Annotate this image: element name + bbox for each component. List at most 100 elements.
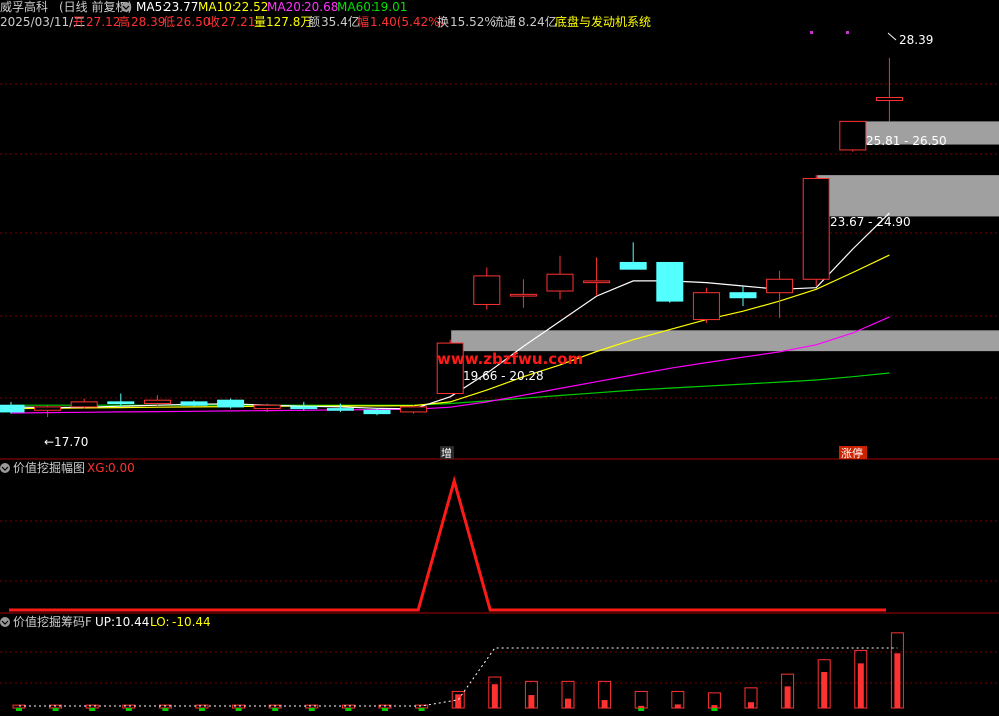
candle — [546, 255, 574, 300]
chip-bar-base — [52, 708, 59, 711]
chip-bar-fill — [711, 705, 718, 708]
ma10-label: MA10: — [198, 0, 236, 14]
panel3-settings-icon[interactable] — [0, 617, 10, 627]
chip-bar-base — [199, 708, 205, 711]
chip-bar-fill — [674, 704, 681, 708]
candle-body — [70, 401, 98, 408]
high-marker-icon — [887, 32, 897, 41]
chip-bar-base — [711, 708, 718, 711]
chip-bar-fill — [638, 705, 645, 708]
zone-label-mid: 23.67 - 24.90 — [830, 215, 911, 229]
chip-bar-fill — [784, 686, 791, 708]
candle-body — [839, 120, 867, 151]
candle — [400, 405, 428, 414]
chip-bar — [634, 690, 648, 711]
chip-bar-base — [125, 708, 132, 711]
candle-body — [802, 177, 830, 280]
chip-bar — [707, 692, 721, 711]
candle-body — [326, 408, 354, 411]
stock-name: 威孚高科 — [0, 0, 48, 14]
candle — [729, 285, 757, 307]
candle-body — [400, 406, 428, 413]
candle — [766, 270, 794, 318]
chip-bar — [561, 680, 575, 709]
chip-bar-base — [272, 708, 279, 711]
candle-body — [0, 404, 25, 413]
candle — [802, 175, 830, 286]
float-label: 流通 — [492, 15, 516, 29]
low-label: 低 — [163, 15, 175, 29]
change-value: 1.40(5.42%) — [370, 15, 444, 29]
candle-body — [656, 261, 684, 302]
chip-bar — [890, 632, 904, 709]
low-price-label: ←17.70 — [44, 435, 88, 449]
candle-body — [729, 292, 757, 299]
candle — [619, 242, 647, 270]
candle-body — [619, 261, 647, 270]
stock-chart[interactable]: 25.81 - 26.50 23.67 - 24.90 19.66 - 20.2… — [0, 0, 999, 716]
panel3-title: 价值挖掘筹码F — [13, 614, 92, 629]
up-value: 10.44 — [115, 615, 149, 629]
candle — [509, 279, 537, 308]
candle — [217, 398, 245, 409]
candle-body — [217, 399, 245, 408]
candle-body — [107, 401, 135, 405]
chip-bar-fill — [491, 684, 498, 708]
ma5-label: MA5: — [136, 0, 166, 14]
candle — [583, 257, 611, 297]
ma10-value: 22.52 — [234, 0, 268, 14]
candle-body — [875, 97, 903, 102]
up-label: UP: — [95, 615, 115, 629]
open-value: 27.12 — [86, 15, 120, 29]
panel3-grid — [0, 651, 999, 684]
turnover-label: 换 — [437, 15, 449, 29]
tag-increase: 增 — [441, 446, 452, 460]
chip-bar-outline — [634, 690, 648, 709]
chip-bar-outline — [85, 704, 99, 709]
panel2-header: 价值挖掘幅图 XG: 0.00 — [0, 460, 135, 475]
zone-label-top: 25.81 - 26.50 — [866, 134, 947, 148]
volume-value: 127.8万 — [266, 15, 312, 29]
candle-body — [290, 406, 318, 410]
open-label: 开 — [73, 15, 85, 29]
chip-bar — [488, 676, 502, 709]
chip-bar-fill — [748, 702, 754, 708]
candle — [875, 57, 903, 122]
close-value: 27.21 — [221, 15, 255, 29]
candle-body — [253, 404, 281, 410]
chip-bar-base — [235, 708, 242, 711]
chip-bar-base — [638, 708, 645, 711]
candle — [473, 267, 501, 310]
chip-bar-fill — [821, 672, 828, 708]
chip-bar-base — [162, 708, 169, 711]
low-value: 26.50 — [176, 15, 210, 29]
zone-box — [817, 175, 999, 217]
chip-bar — [524, 680, 538, 709]
settings-icon[interactable] — [121, 2, 131, 12]
header-line-2: 2025/03/11/二 开 27.12 高 28.39 低 26.50 收 2… — [0, 14, 651, 29]
xg-value: 0.00 — [108, 461, 135, 475]
purple-markers — [810, 31, 849, 34]
chip-bar-fill — [455, 694, 462, 708]
candle-body — [180, 401, 208, 406]
chip-bar — [781, 673, 795, 709]
panel2-settings-icon[interactable] — [0, 463, 10, 473]
close-label: 收 — [208, 15, 220, 29]
header-line-1: 威孚高科 (日线 前复权) MA5: 23.77 MA10: 22.52 MA2… — [0, 0, 407, 14]
signal-line — [9, 475, 886, 612]
chip-bar-fill — [857, 663, 864, 708]
ma60-value: 19.01 — [373, 0, 407, 14]
chip-bar — [671, 690, 685, 709]
zone-label-low: 19.66 - 20.28 — [463, 369, 544, 383]
chip-bar — [85, 704, 99, 711]
chip-bar-base — [345, 708, 352, 711]
amount-value: 35.4亿 — [321, 14, 360, 29]
ma20-label: MA20: — [267, 0, 305, 14]
lo-value: -10.44 — [172, 615, 211, 629]
panel3-header: 价值挖掘筹码F UP: 10.44 LO: -10.44 — [0, 614, 211, 629]
turnover-value: 15.52% — [450, 15, 496, 29]
candle-body — [692, 292, 720, 321]
chip-bar — [195, 704, 209, 711]
chip-bars — [12, 632, 904, 711]
chip-bar — [598, 680, 612, 709]
